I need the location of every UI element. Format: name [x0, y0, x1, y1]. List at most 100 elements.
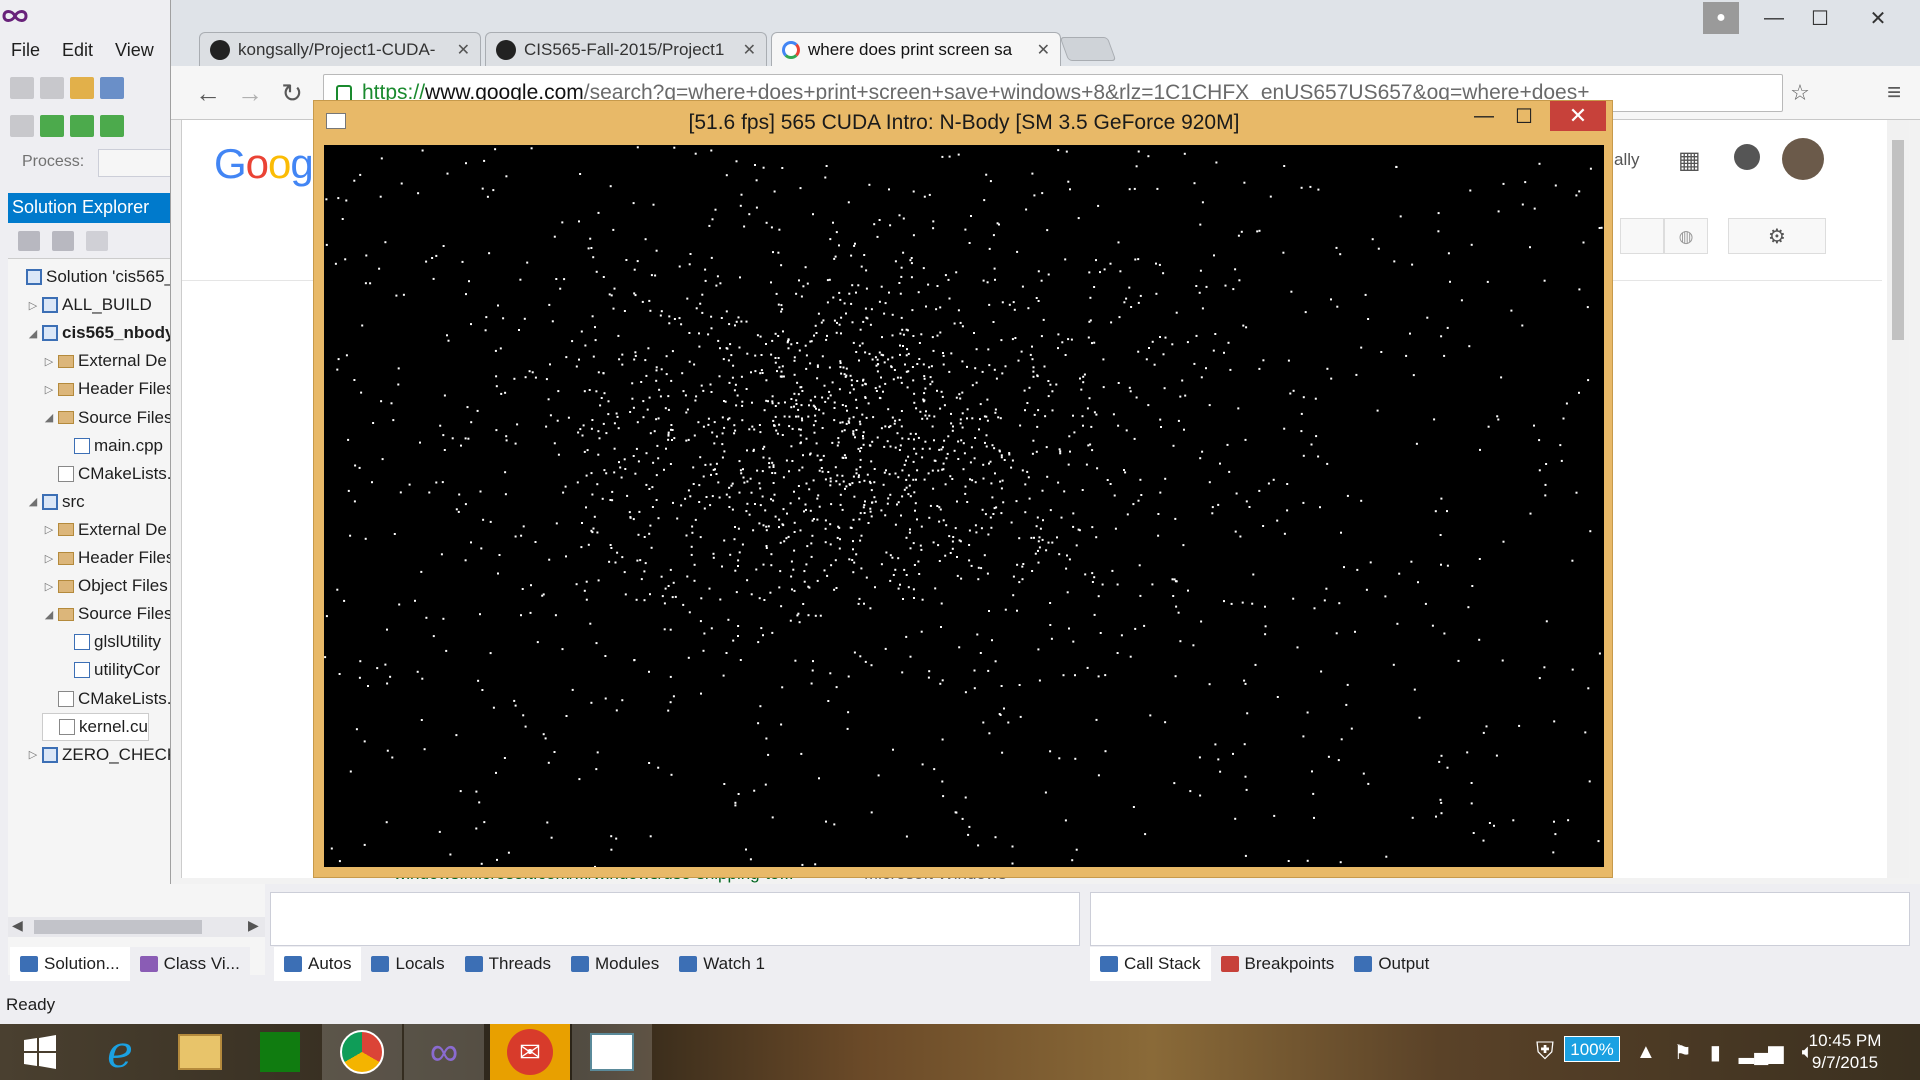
- chrome-tab-2[interactable]: CIS565-Fall-2015/Project1 ✕: [485, 32, 767, 66]
- tree-item[interactable]: ▷ External De: [42, 516, 167, 544]
- action-center-flag-icon[interactable]: ⚑: [1674, 1040, 1692, 1065]
- tool-tab[interactable]: Solution...: [10, 947, 130, 981]
- collapsed-arrow-icon[interactable]: ▷: [26, 299, 40, 312]
- nbody-simulation-canvas[interactable]: [324, 145, 1604, 867]
- chrome-tab-3[interactable]: where does print screen sa ✕: [771, 32, 1061, 66]
- safesearch-button[interactable]: [1620, 218, 1664, 254]
- tree-item[interactable]: ▷ Header Files: [42, 375, 175, 403]
- tool-tab[interactable]: Watch 1: [669, 947, 775, 981]
- tool-tab[interactable]: Breakpoints: [1211, 947, 1345, 981]
- expanded-arrow-icon[interactable]: ◢: [42, 608, 56, 621]
- menu-edit[interactable]: Edit: [51, 36, 104, 66]
- tree-item[interactable]: ▷ ZERO_CHECK: [26, 741, 178, 769]
- taskbar-clock[interactable]: 10:45 PM 9/7/2015: [1780, 1030, 1910, 1074]
- solution-explorer-scrollbar[interactable]: ◀ ▶: [8, 917, 265, 937]
- network-signal-icon[interactable]: ▂▄▆: [1739, 1040, 1784, 1065]
- tree-item[interactable]: glslUtility: [58, 628, 161, 656]
- account-name[interactable]: ally: [1614, 150, 1640, 170]
- collapsed-arrow-icon[interactable]: ▷: [42, 523, 56, 536]
- file-explorer-taskbar[interactable]: [160, 1024, 240, 1080]
- forward-icon[interactable]: →: [233, 76, 267, 110]
- avatar[interactable]: [1782, 138, 1824, 180]
- tree-item[interactable]: CMakeLists.: [42, 685, 172, 713]
- expanded-arrow-icon[interactable]: ◢: [42, 411, 56, 424]
- tab-close-icon[interactable]: ✕: [1037, 40, 1050, 60]
- tab-close-icon[interactable]: ✕: [743, 40, 756, 60]
- tree-item[interactable]: ◢ Source Files: [42, 600, 173, 628]
- maximize-button[interactable]: ☐: [1797, 2, 1843, 34]
- nbody-minimize-button[interactable]: —: [1464, 101, 1504, 131]
- process-select[interactable]: [98, 149, 172, 177]
- notifications-icon[interactable]: [1734, 144, 1760, 170]
- tree-item[interactable]: main.cpp: [58, 432, 163, 460]
- tool-tab[interactable]: Autos: [274, 947, 362, 981]
- settings-gear-icon[interactable]: ⚙: [1728, 218, 1826, 254]
- tree-item[interactable]: ▷ Header Files: [42, 544, 175, 572]
- profile-icon[interactable]: ●: [1703, 2, 1739, 34]
- page-scrollbar[interactable]: [1887, 120, 1909, 878]
- security-shield-icon[interactable]: ⛨: [1536, 1038, 1554, 1066]
- show-all-files-icon[interactable]: [52, 230, 74, 251]
- tool-tab[interactable]: Threads: [455, 947, 561, 981]
- expanded-arrow-icon[interactable]: ◢: [26, 495, 40, 508]
- menu-file[interactable]: File: [0, 36, 51, 66]
- collapsed-arrow-icon[interactable]: ▷: [26, 748, 40, 761]
- nbody-app-taskbar[interactable]: [572, 1024, 652, 1080]
- store-taskbar[interactable]: [240, 1024, 320, 1080]
- nbody-close-button[interactable]: ✕: [1550, 101, 1606, 131]
- step-over-icon[interactable]: [70, 115, 94, 137]
- chrome-taskbar[interactable]: [322, 1024, 402, 1080]
- tree-item[interactable]: utilityCor: [58, 656, 160, 684]
- expanded-arrow-icon[interactable]: ◢: [26, 327, 40, 340]
- save-icon[interactable]: [100, 77, 124, 99]
- tool-tab[interactable]: Output: [1344, 947, 1439, 981]
- tree-item[interactable]: ◢ cis565_nbody: [26, 319, 175, 347]
- tree-item[interactable]: kernel.cu: [42, 712, 149, 741]
- back-icon[interactable]: ←: [191, 76, 225, 110]
- tool-tab[interactable]: Call Stack: [1090, 947, 1211, 981]
- tree-item[interactable]: ▷ ALL_BUILD: [26, 291, 152, 319]
- mail-taskbar[interactable]: ✉: [490, 1024, 570, 1080]
- apps-grid-icon[interactable]: ▦: [1678, 146, 1701, 175]
- reload-icon[interactable]: ↻: [275, 76, 309, 110]
- tree-item[interactable]: ▷ External De: [42, 347, 167, 375]
- new-project-icon[interactable]: [10, 77, 34, 99]
- chrome-tab-1[interactable]: kongsally/Project1-CUDA- ✕: [199, 32, 481, 66]
- minimize-button[interactable]: —: [1751, 2, 1797, 34]
- close-button[interactable]: ✕: [1843, 2, 1913, 34]
- google-logo[interactable]: Googl: [214, 140, 322, 188]
- bookmark-star-icon[interactable]: ☆: [1783, 76, 1817, 110]
- scroll-left-icon[interactable]: ◀: [12, 917, 23, 934]
- tool-tab[interactable]: Locals: [361, 947, 454, 981]
- menu-icon[interactable]: ≡: [1877, 76, 1911, 110]
- open-folder-icon[interactable]: [70, 77, 94, 99]
- tree-item[interactable]: Solution 'cis565_: [10, 263, 174, 291]
- tool-tab[interactable]: Modules: [561, 947, 669, 981]
- scroll-thumb[interactable]: [34, 920, 202, 934]
- menu-view[interactable]: View: [104, 36, 165, 66]
- power-icon[interactable]: ▮: [1710, 1040, 1721, 1065]
- debug-location-icon[interactable]: [10, 115, 34, 137]
- page-scroll-thumb[interactable]: [1892, 140, 1904, 340]
- collapsed-arrow-icon[interactable]: ▷: [42, 552, 56, 565]
- step-out-icon[interactable]: [100, 115, 124, 137]
- battery-percentage[interactable]: 100%: [1564, 1036, 1620, 1062]
- start-button[interactable]: [0, 1024, 80, 1080]
- collapse-all-icon[interactable]: [18, 230, 40, 251]
- internet-explorer-taskbar[interactable]: e: [80, 1024, 160, 1080]
- collapsed-arrow-icon[interactable]: ▷: [42, 580, 56, 593]
- add-item-icon[interactable]: [40, 77, 64, 99]
- properties-icon[interactable]: [86, 230, 108, 251]
- new-tab-button[interactable]: [1059, 37, 1117, 61]
- tree-item[interactable]: ◢ Source Files: [42, 404, 173, 432]
- tree-item[interactable]: ◢ src: [26, 488, 85, 516]
- globe-icon[interactable]: ◍: [1664, 218, 1708, 254]
- collapsed-arrow-icon[interactable]: ▷: [42, 383, 56, 396]
- nbody-maximize-button[interactable]: ☐: [1504, 101, 1544, 131]
- tree-item[interactable]: CMakeLists.: [42, 460, 172, 488]
- tree-item[interactable]: ▷ Object Files: [42, 572, 168, 600]
- collapsed-arrow-icon[interactable]: ▷: [42, 355, 56, 368]
- step-into-icon[interactable]: [40, 115, 64, 137]
- scroll-right-icon[interactable]: ▶: [248, 917, 259, 934]
- nbody-titlebar[interactable]: [51.6 fps] 565 CUDA Intro: N-Body [SM 3.…: [314, 101, 1614, 145]
